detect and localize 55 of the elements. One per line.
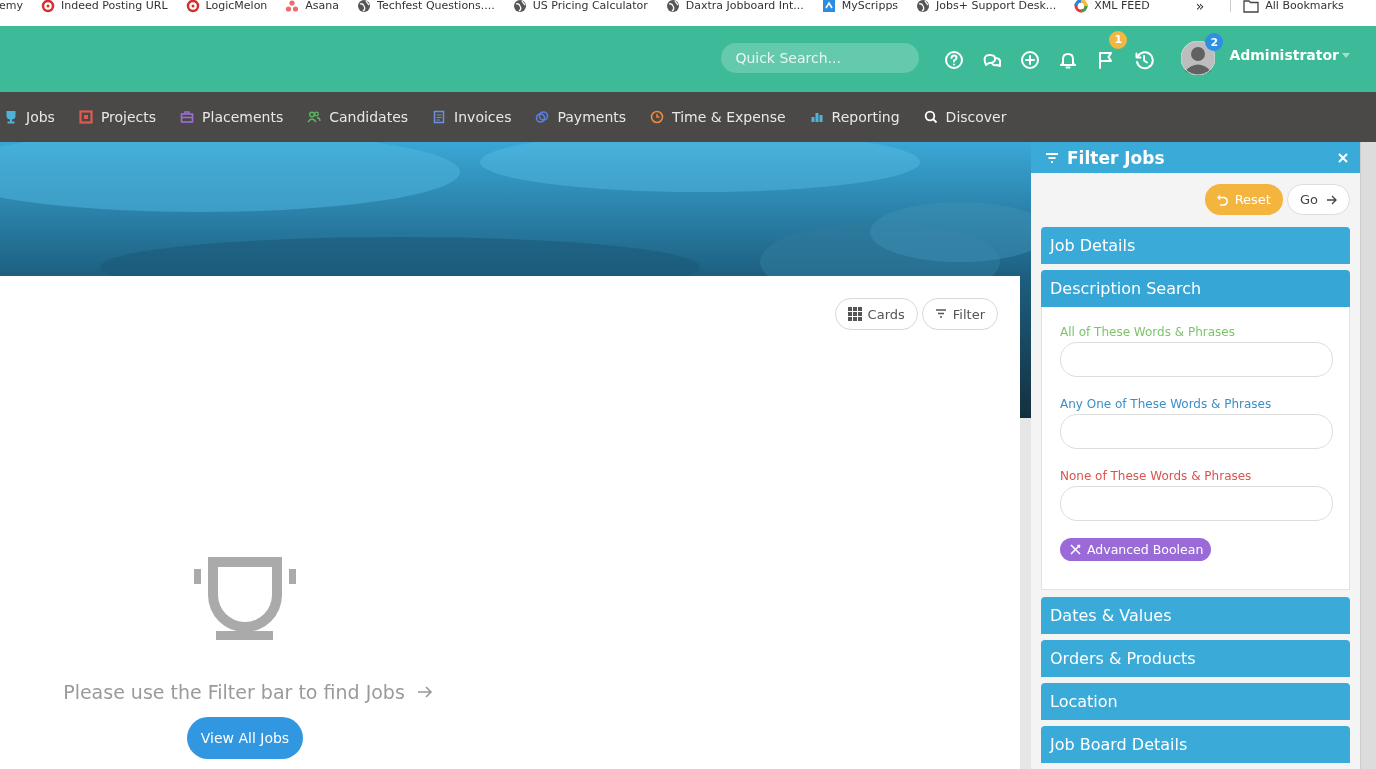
bookmark-link[interactable]: Asana bbox=[285, 0, 340, 12]
filter-icon bbox=[1045, 151, 1059, 164]
filter-button[interactable]: Filter bbox=[921, 298, 998, 330]
trophy-icon bbox=[194, 557, 296, 641]
close-icon bbox=[1338, 152, 1348, 163]
nav-link[interactable]: Payments bbox=[535, 109, 627, 125]
caret-icon bbox=[1342, 52, 1350, 58]
bookmark-link[interactable]: Techfest Questions.... bbox=[357, 0, 495, 12]
arrow-right-icon bbox=[416, 685, 433, 699]
bookmark-link[interactable]: XML FEED bbox=[1074, 0, 1150, 12]
help-icon bbox=[944, 49, 965, 70]
empty-state-message: Please use the Filter bar to find Jobs bbox=[63, 681, 405, 703]
tools-icon bbox=[1070, 544, 1081, 555]
more-bookmarks-button[interactable]: » bbox=[1195, 0, 1205, 12]
nav-link[interactable]: Discover bbox=[923, 109, 1007, 125]
bookmark-link[interactable]: LogicMelon bbox=[185, 0, 268, 12]
go-button[interactable]: Go bbox=[1286, 184, 1350, 215]
text-field[interactable] bbox=[1060, 486, 1333, 521]
scrollbar[interactable] bbox=[1020, 276, 1031, 769]
add-icon bbox=[1020, 49, 1041, 70]
field-label: All of These Words & Phrases bbox=[1060, 325, 1235, 339]
nav-link[interactable]: Placements bbox=[180, 109, 284, 125]
grid-icon bbox=[847, 307, 862, 321]
panel-title: Filter Jobs bbox=[1067, 147, 1166, 168]
nav-link[interactable]: Time & Expense bbox=[650, 109, 786, 125]
nav-link[interactable]: Candidates bbox=[307, 109, 409, 125]
history-icon bbox=[1134, 49, 1155, 70]
all-bookmarks-link[interactable]: All Bookmarks bbox=[1230, 0, 1344, 12]
bookmark-link[interactable]: MyScripps bbox=[821, 0, 899, 12]
text-field[interactable] bbox=[1060, 342, 1333, 377]
search-field[interactable]: Quick Search... bbox=[721, 43, 920, 73]
filter-icon bbox=[934, 308, 947, 320]
bookmark-link[interactable]: Jobs+ Support Desk... bbox=[916, 0, 1057, 12]
bookmark-link[interactable]: Daxtra Jobboard Int... bbox=[665, 0, 804, 12]
ring-logo-icon bbox=[1074, 0, 1089, 13]
close-button[interactable] bbox=[1336, 150, 1350, 165]
nav-link[interactable]: Invoices bbox=[432, 109, 512, 125]
nav-link[interactable]: Jobs bbox=[4, 109, 55, 125]
field-label: Any One of These Words & Phrases bbox=[1060, 397, 1272, 411]
bookmark-link[interactable]: emy bbox=[0, 0, 23, 12]
bookmark-link[interactable]: Indeed Posting URL bbox=[41, 0, 168, 12]
notification-badge: 1 bbox=[1109, 30, 1128, 49]
notification-badge: 2 bbox=[1205, 33, 1224, 51]
scrollbar[interactable] bbox=[1360, 142, 1376, 769]
nav-link[interactable]: Projects bbox=[78, 109, 157, 125]
view-toggle-button[interactable]: Cards bbox=[834, 298, 918, 330]
field-label: None of These Words & Phrases bbox=[1060, 469, 1252, 483]
undo-icon bbox=[1216, 193, 1229, 206]
arrow-right-icon bbox=[1326, 194, 1337, 205]
advanced-boolean-button[interactable]: Advanced Boolean bbox=[1060, 538, 1212, 561]
bookmark-link[interactable]: US Pricing Calculator bbox=[512, 0, 648, 12]
nav-link[interactable]: Reporting bbox=[809, 109, 900, 125]
dots-icon bbox=[285, 0, 300, 13]
text-field[interactable] bbox=[1060, 414, 1333, 449]
folder-icon bbox=[1243, 0, 1260, 13]
